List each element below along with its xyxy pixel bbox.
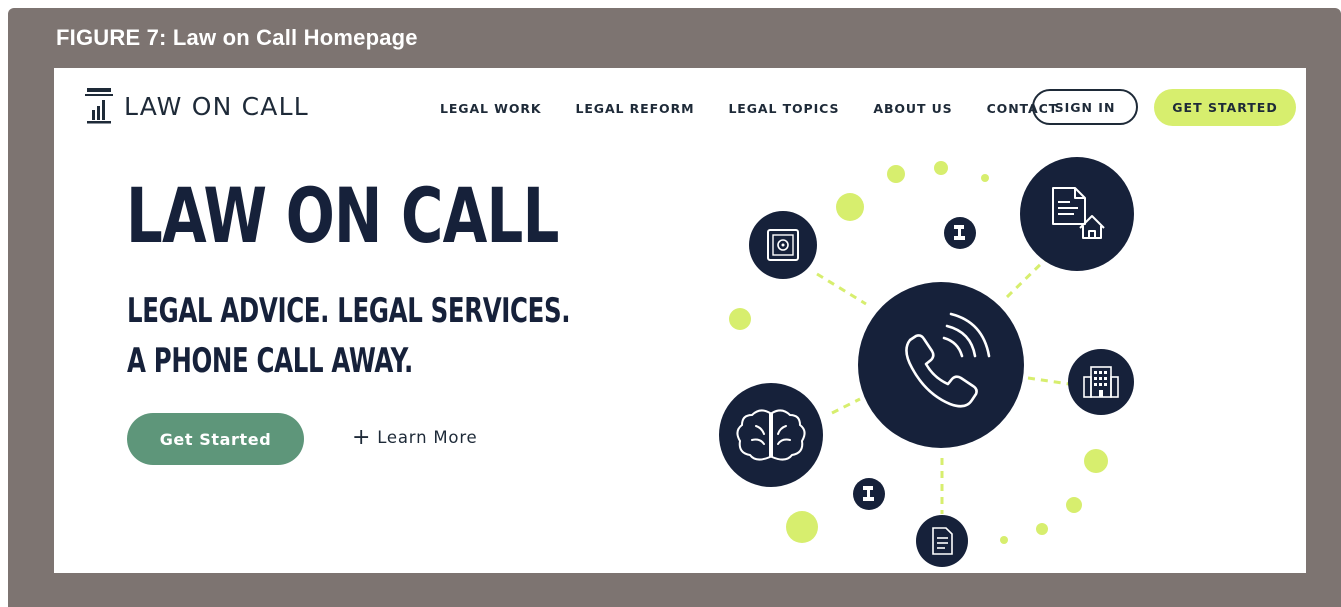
document-house-icon (1020, 157, 1134, 271)
gavel-icon (944, 217, 976, 249)
figure-caption: FIGURE 7: Law on Call Homepage (56, 25, 418, 50)
gavel-icon (853, 478, 885, 510)
office-building-icon (1068, 349, 1134, 415)
network-illustration (719, 157, 1134, 567)
document-icon (916, 515, 968, 567)
safe-icon (749, 211, 817, 279)
phone-call-icon (858, 282, 1024, 448)
brain-icon (719, 383, 823, 487)
homepage-screenshot: LAW ON CALL LEGAL WORK LEGAL REFORM LEGA… (54, 68, 1306, 573)
